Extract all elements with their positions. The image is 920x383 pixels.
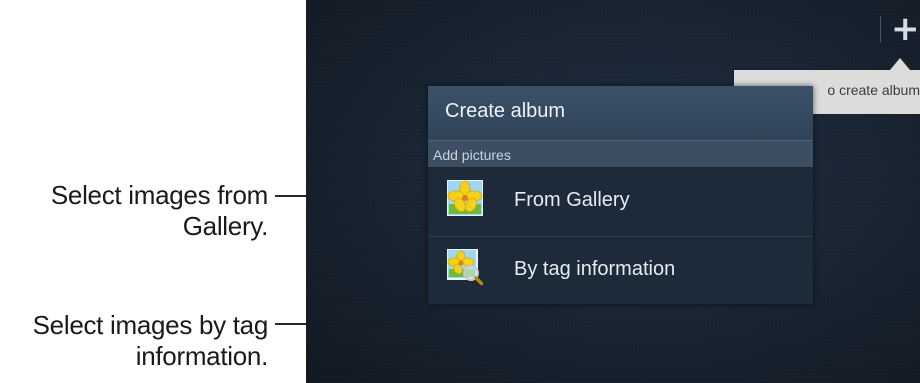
from-gallery-option[interactable]: From Gallery	[428, 168, 813, 237]
dialog-header: Create album	[428, 86, 813, 140]
section-label: Add pictures	[433, 147, 511, 163]
by-tag-information-label: By tag information	[514, 258, 676, 280]
tag-callout-text: Select images by tag information.	[32, 310, 269, 371]
from-gallery-label: From Gallery	[514, 189, 630, 211]
tag-search-icon	[447, 249, 483, 285]
plus-icon[interactable]: +	[891, 12, 920, 46]
gallery-flower-icon	[447, 180, 483, 216]
dialog-title: Create album	[445, 100, 566, 122]
create-album-dialog: Create album Add pictures From Gallery B…	[428, 86, 813, 304]
gallery-callout-text: Select images from Gallery.	[50, 180, 268, 241]
tooltip-arrow	[890, 58, 910, 70]
by-tag-information-option[interactable]: By tag information	[428, 237, 813, 305]
section-header-add-pictures: Add pictures	[428, 140, 813, 167]
tooltip-text: o create album	[827, 82, 920, 98]
action-bar-divider	[880, 16, 881, 42]
